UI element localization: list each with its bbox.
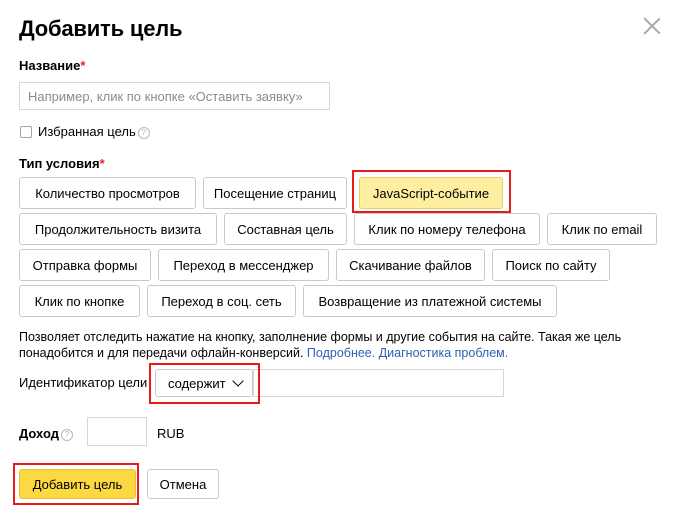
condition-type-label-text: Тип условия (19, 156, 100, 171)
condition-type-page-visit[interactable]: Посещение страниц (203, 177, 347, 209)
close-icon[interactable] (643, 17, 661, 35)
dialog-title: Добавить цель (19, 16, 183, 41)
highlight-javascript-event (352, 170, 511, 213)
condition-type-composite-goal[interactable]: Составная цель (224, 213, 347, 245)
condition-type-payment-return[interactable]: Возвращение из платежной системы (303, 285, 557, 317)
diagnostics-link[interactable]: Диагностика проблем. (379, 346, 509, 360)
favorite-label-text: Избранная цель (38, 124, 136, 139)
condition-type-social-network[interactable]: Переход в соц. сеть (147, 285, 296, 317)
condition-type-phone-click[interactable]: Клик по номеру телефона (354, 213, 540, 245)
name-label-text: Название (19, 58, 81, 73)
condition-type-pageviews[interactable]: Количество просмотров (19, 177, 196, 209)
income-input[interactable] (87, 417, 147, 446)
help-icon[interactable]: ? (60, 428, 73, 441)
required-mark: * (99, 156, 105, 171)
condition-type-site-search[interactable]: Поиск по сайту (492, 249, 610, 281)
condition-type-visit-duration[interactable]: Продолжительность визита (19, 213, 217, 245)
required-mark: * (80, 58, 86, 73)
highlight-add-button (13, 463, 139, 505)
condition-type-label: Тип условия* (19, 156, 105, 171)
goal-name-input[interactable] (19, 82, 330, 110)
cancel-button[interactable]: Отмена (147, 469, 219, 499)
condition-type-file-download[interactable]: Скачивание файлов (336, 249, 485, 281)
favorite-label: Избранная цель? (38, 124, 150, 139)
identifier-input[interactable] (253, 369, 504, 397)
condition-description: Позволяет отследить нажатие на кнопку, з… (19, 329, 669, 361)
income-label: Доход? (19, 426, 73, 441)
more-link[interactable]: Подробнее. (307, 346, 375, 360)
name-label: Название* (19, 58, 85, 73)
condition-type-email-click[interactable]: Клик по email (547, 213, 657, 245)
help-icon[interactable]: ? (137, 126, 150, 139)
income-label-text: Доход (19, 426, 59, 441)
condition-type-form-submit[interactable]: Отправка формы (19, 249, 151, 281)
condition-type-button-click[interactable]: Клик по кнопке (19, 285, 140, 317)
identifier-label: Идентификатор цели (19, 375, 148, 390)
currency-label: RUB (157, 426, 185, 441)
condition-type-messenger[interactable]: Переход в мессенджер (158, 249, 329, 281)
highlight-operator-select (149, 363, 260, 404)
favorite-checkbox[interactable] (20, 126, 32, 138)
